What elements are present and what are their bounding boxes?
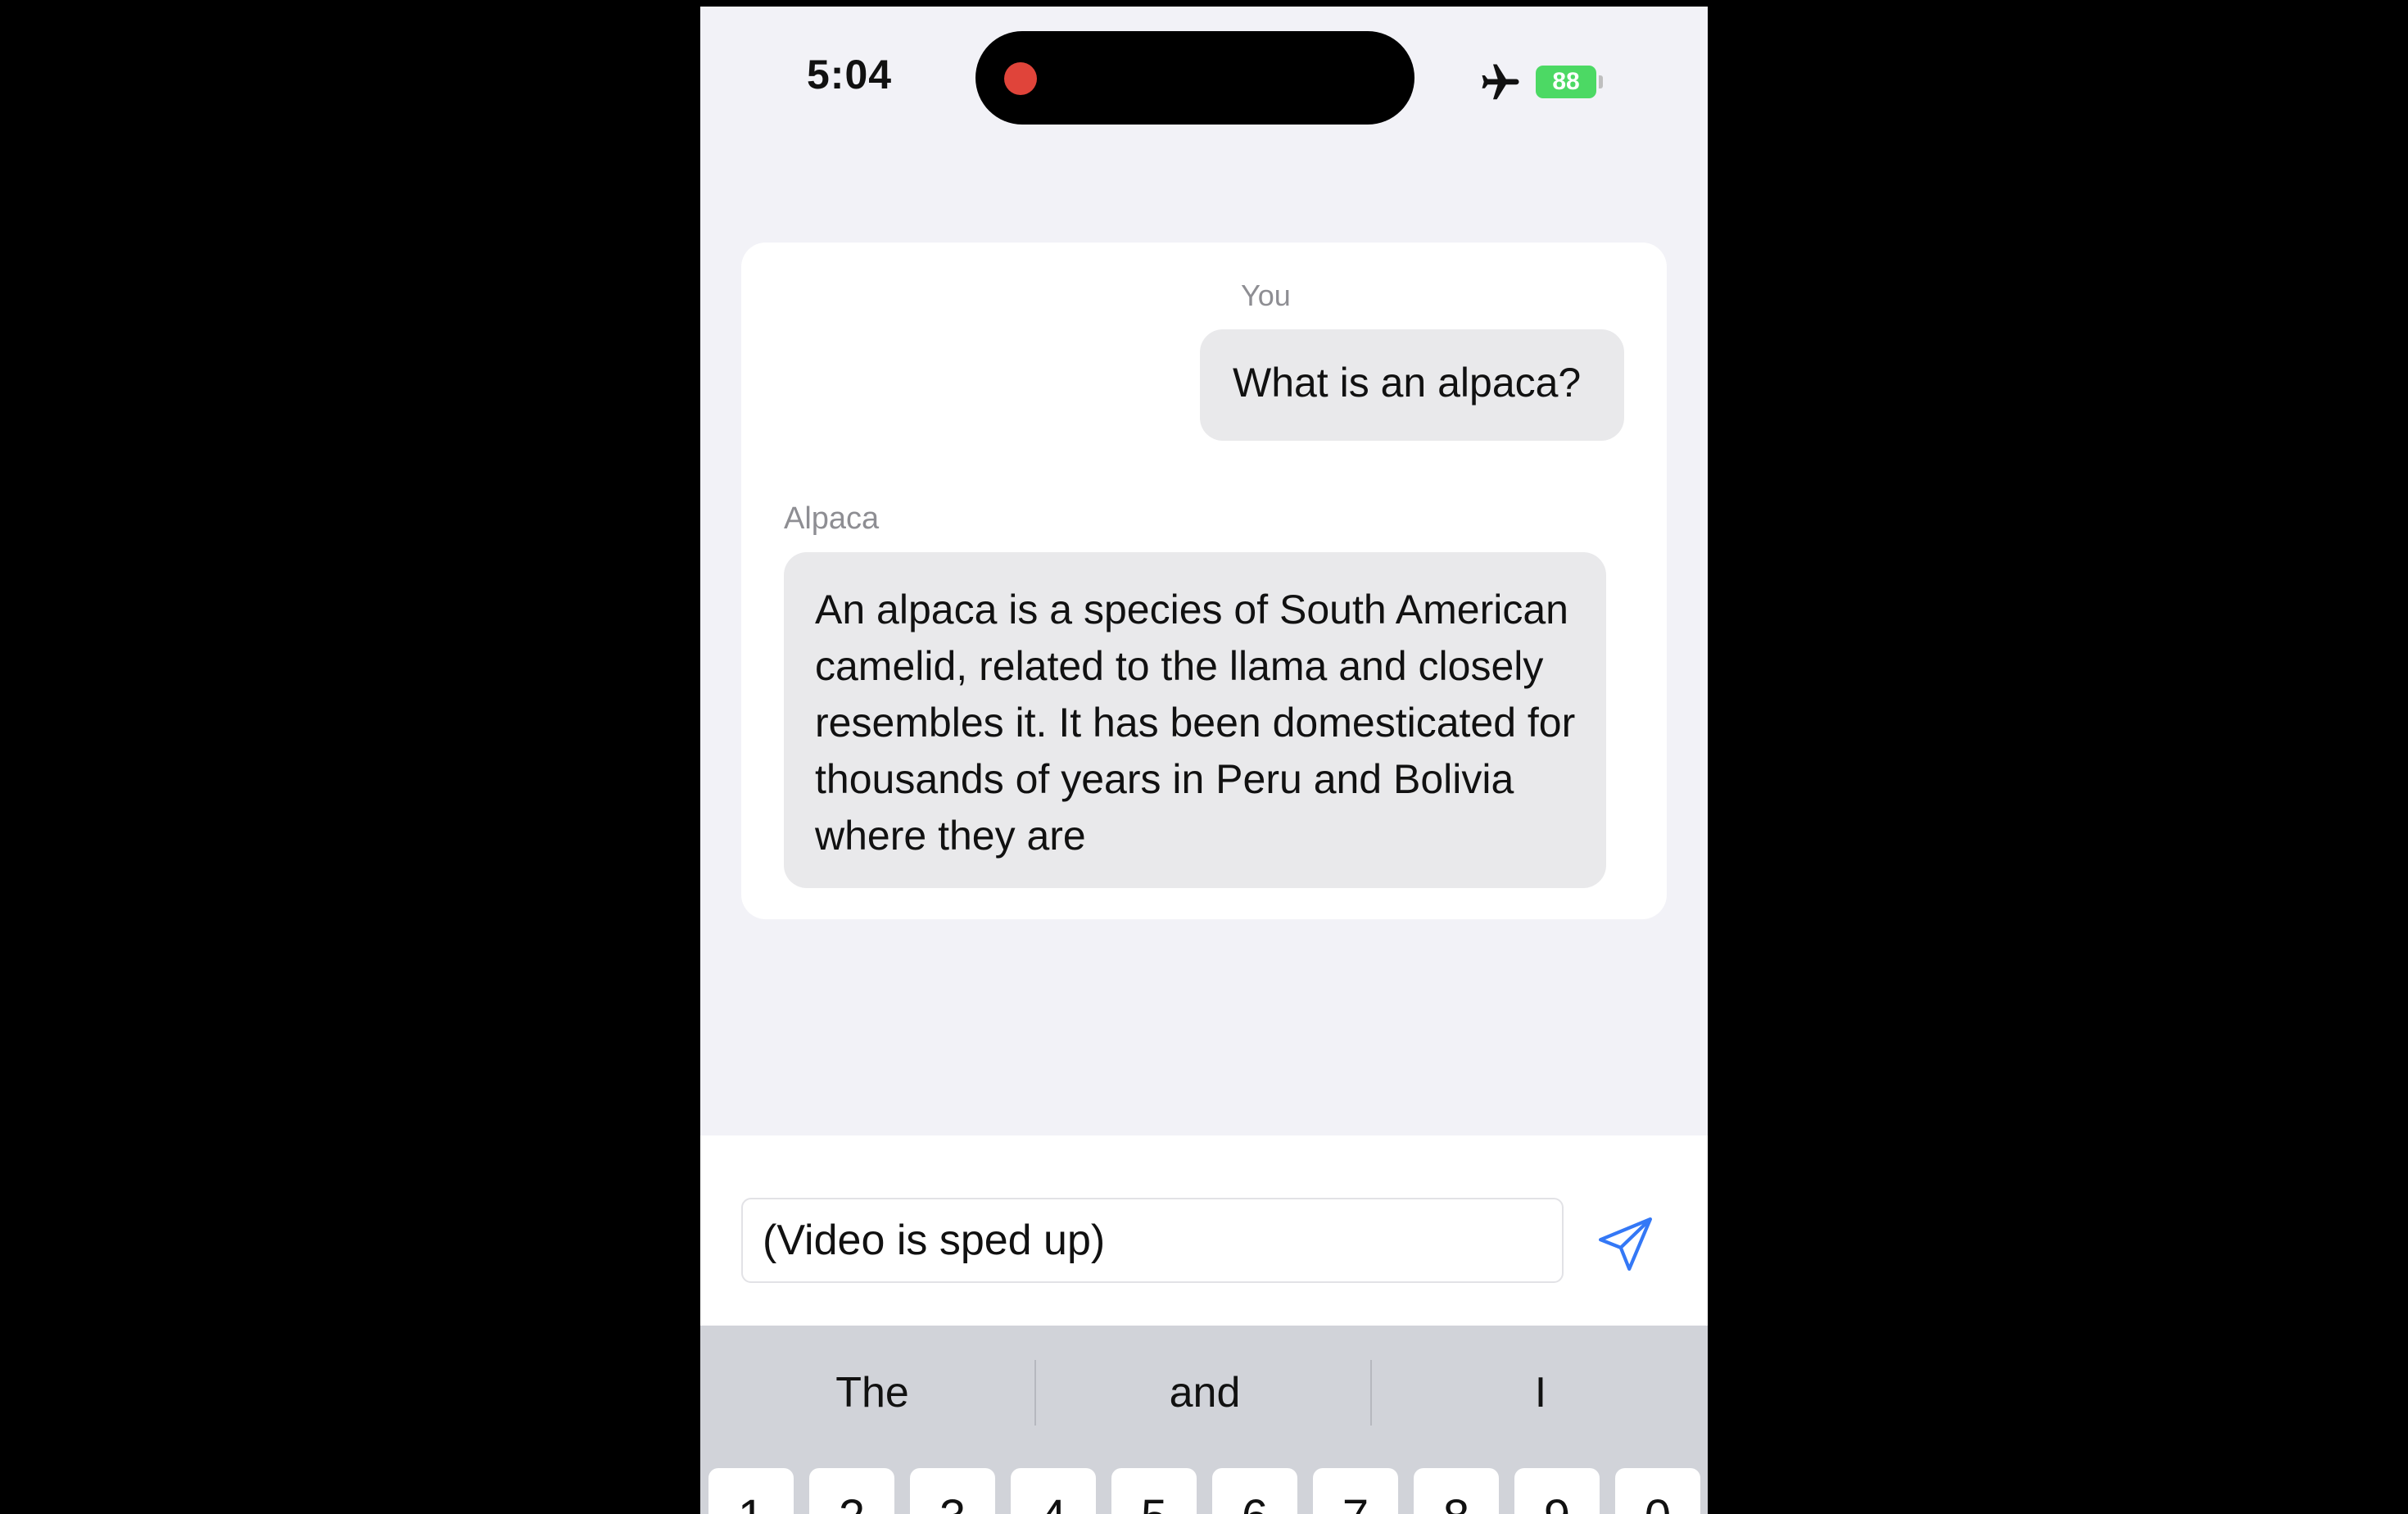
suggestion-divider <box>1034 1360 1036 1426</box>
sender-label-alpaca: Alpaca <box>784 501 880 536</box>
message-input[interactable] <box>741 1198 1564 1283</box>
assistant-message-bubble: An alpaca is a species of South American… <box>784 552 1606 888</box>
key-3[interactable]: 3 <box>910 1468 995 1514</box>
battery-nub <box>1599 75 1603 88</box>
phone-screen: 5:04 88 You What is an alpaca? Alpaca An… <box>700 7 1708 1514</box>
sender-label-you: You <box>1241 279 1291 312</box>
recording-indicator-icon <box>1004 62 1037 95</box>
key-1[interactable]: 1 <box>708 1468 794 1514</box>
user-message-bubble: What is an alpaca? <box>1200 329 1624 441</box>
battery-icon: 88 <box>1536 66 1596 98</box>
paper-plane-icon <box>1598 1217 1652 1271</box>
key-8[interactable]: 8 <box>1414 1468 1499 1514</box>
suggestion-i[interactable]: I <box>1374 1368 1708 1417</box>
key-9[interactable]: 9 <box>1514 1468 1600 1514</box>
keyboard: The and I 1 2 3 4 5 6 7 8 9 0 <box>700 1326 1708 1514</box>
key-6[interactable]: 6 <box>1212 1468 1297 1514</box>
key-7[interactable]: 7 <box>1313 1468 1398 1514</box>
status-time: 5:04 <box>807 52 893 97</box>
suggestion-divider <box>1370 1360 1372 1426</box>
dynamic-island <box>975 31 1414 125</box>
airplane-mode-icon <box>1482 64 1519 100</box>
key-2[interactable]: 2 <box>809 1468 894 1514</box>
key-5[interactable]: 5 <box>1111 1468 1197 1514</box>
send-button[interactable] <box>1593 1213 1657 1276</box>
suggestion-and[interactable]: and <box>1038 1368 1372 1417</box>
suggestion-the[interactable]: The <box>705 1368 1039 1417</box>
key-4[interactable]: 4 <box>1011 1468 1096 1514</box>
key-0[interactable]: 0 <box>1615 1468 1700 1514</box>
composer-bar <box>700 1136 1708 1326</box>
conversation-card: You What is an alpaca? Alpaca An alpaca … <box>741 243 1667 919</box>
